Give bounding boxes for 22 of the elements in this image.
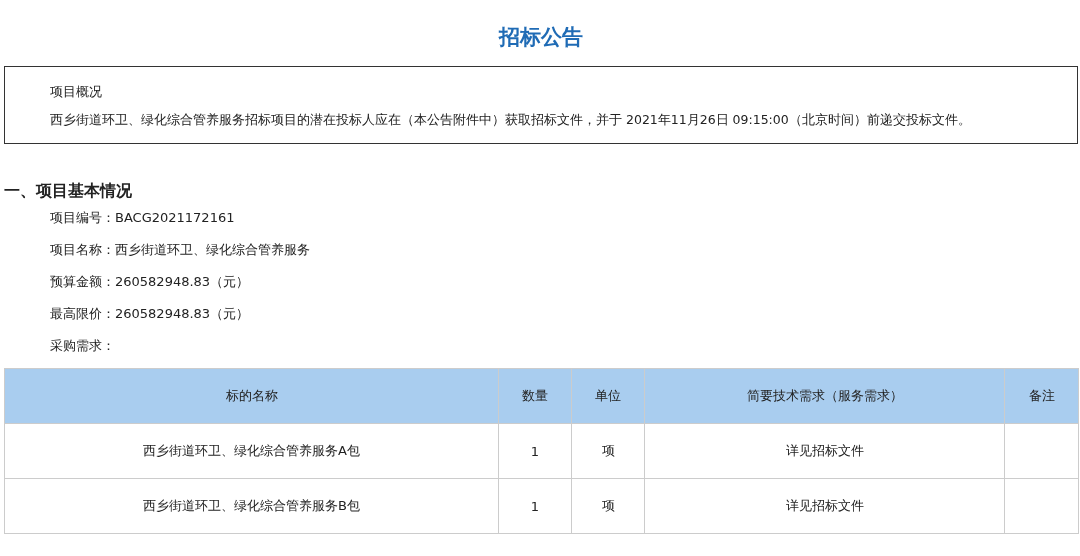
table-cell: 1 xyxy=(498,478,572,534)
column-header: 单位 xyxy=(571,368,645,424)
overview-text: 西乡街道环卫、绿化综合管养服务招标项目的潜在投标人应在（本公告附件中）获取招标文件，并于 2021年11月26日 09:15:00（北京时间）前递交投标文件。 xyxy=(50,111,972,129)
info-line: 采购需求： xyxy=(50,337,116,355)
info-line: 项目名称：西乡街道环卫、绿化综合管养服务 xyxy=(50,241,311,259)
info-line: 最高限价：260582948.83（元） xyxy=(50,305,251,323)
section-heading: 一、项目基本情况 xyxy=(4,180,133,202)
overview-heading: 项目概况 xyxy=(50,83,103,101)
column-header: 备注 xyxy=(1004,368,1079,424)
column-header: 简要技术需求（服务需求） xyxy=(644,368,1005,424)
column-header: 标的名称 xyxy=(4,368,499,424)
table-cell: 详见招标文件 xyxy=(644,478,1005,534)
table-cell: 详见招标文件 xyxy=(644,423,1005,479)
info-line: 项目编号：BACG2021172161 xyxy=(50,209,236,227)
table-cell: 西乡街道环卫、绿化综合管养服务B包 xyxy=(4,478,499,534)
info-line: 预算金额：260582948.83（元） xyxy=(50,273,251,291)
table-cell: 项 xyxy=(571,478,645,534)
page-title: 招标公告 xyxy=(497,24,584,51)
table-cell: 1 xyxy=(498,423,572,479)
column-header: 数量 xyxy=(498,368,572,424)
table-cell: 项 xyxy=(571,423,645,479)
table-cell: 西乡街道环卫、绿化综合管养服务A包 xyxy=(4,423,499,479)
